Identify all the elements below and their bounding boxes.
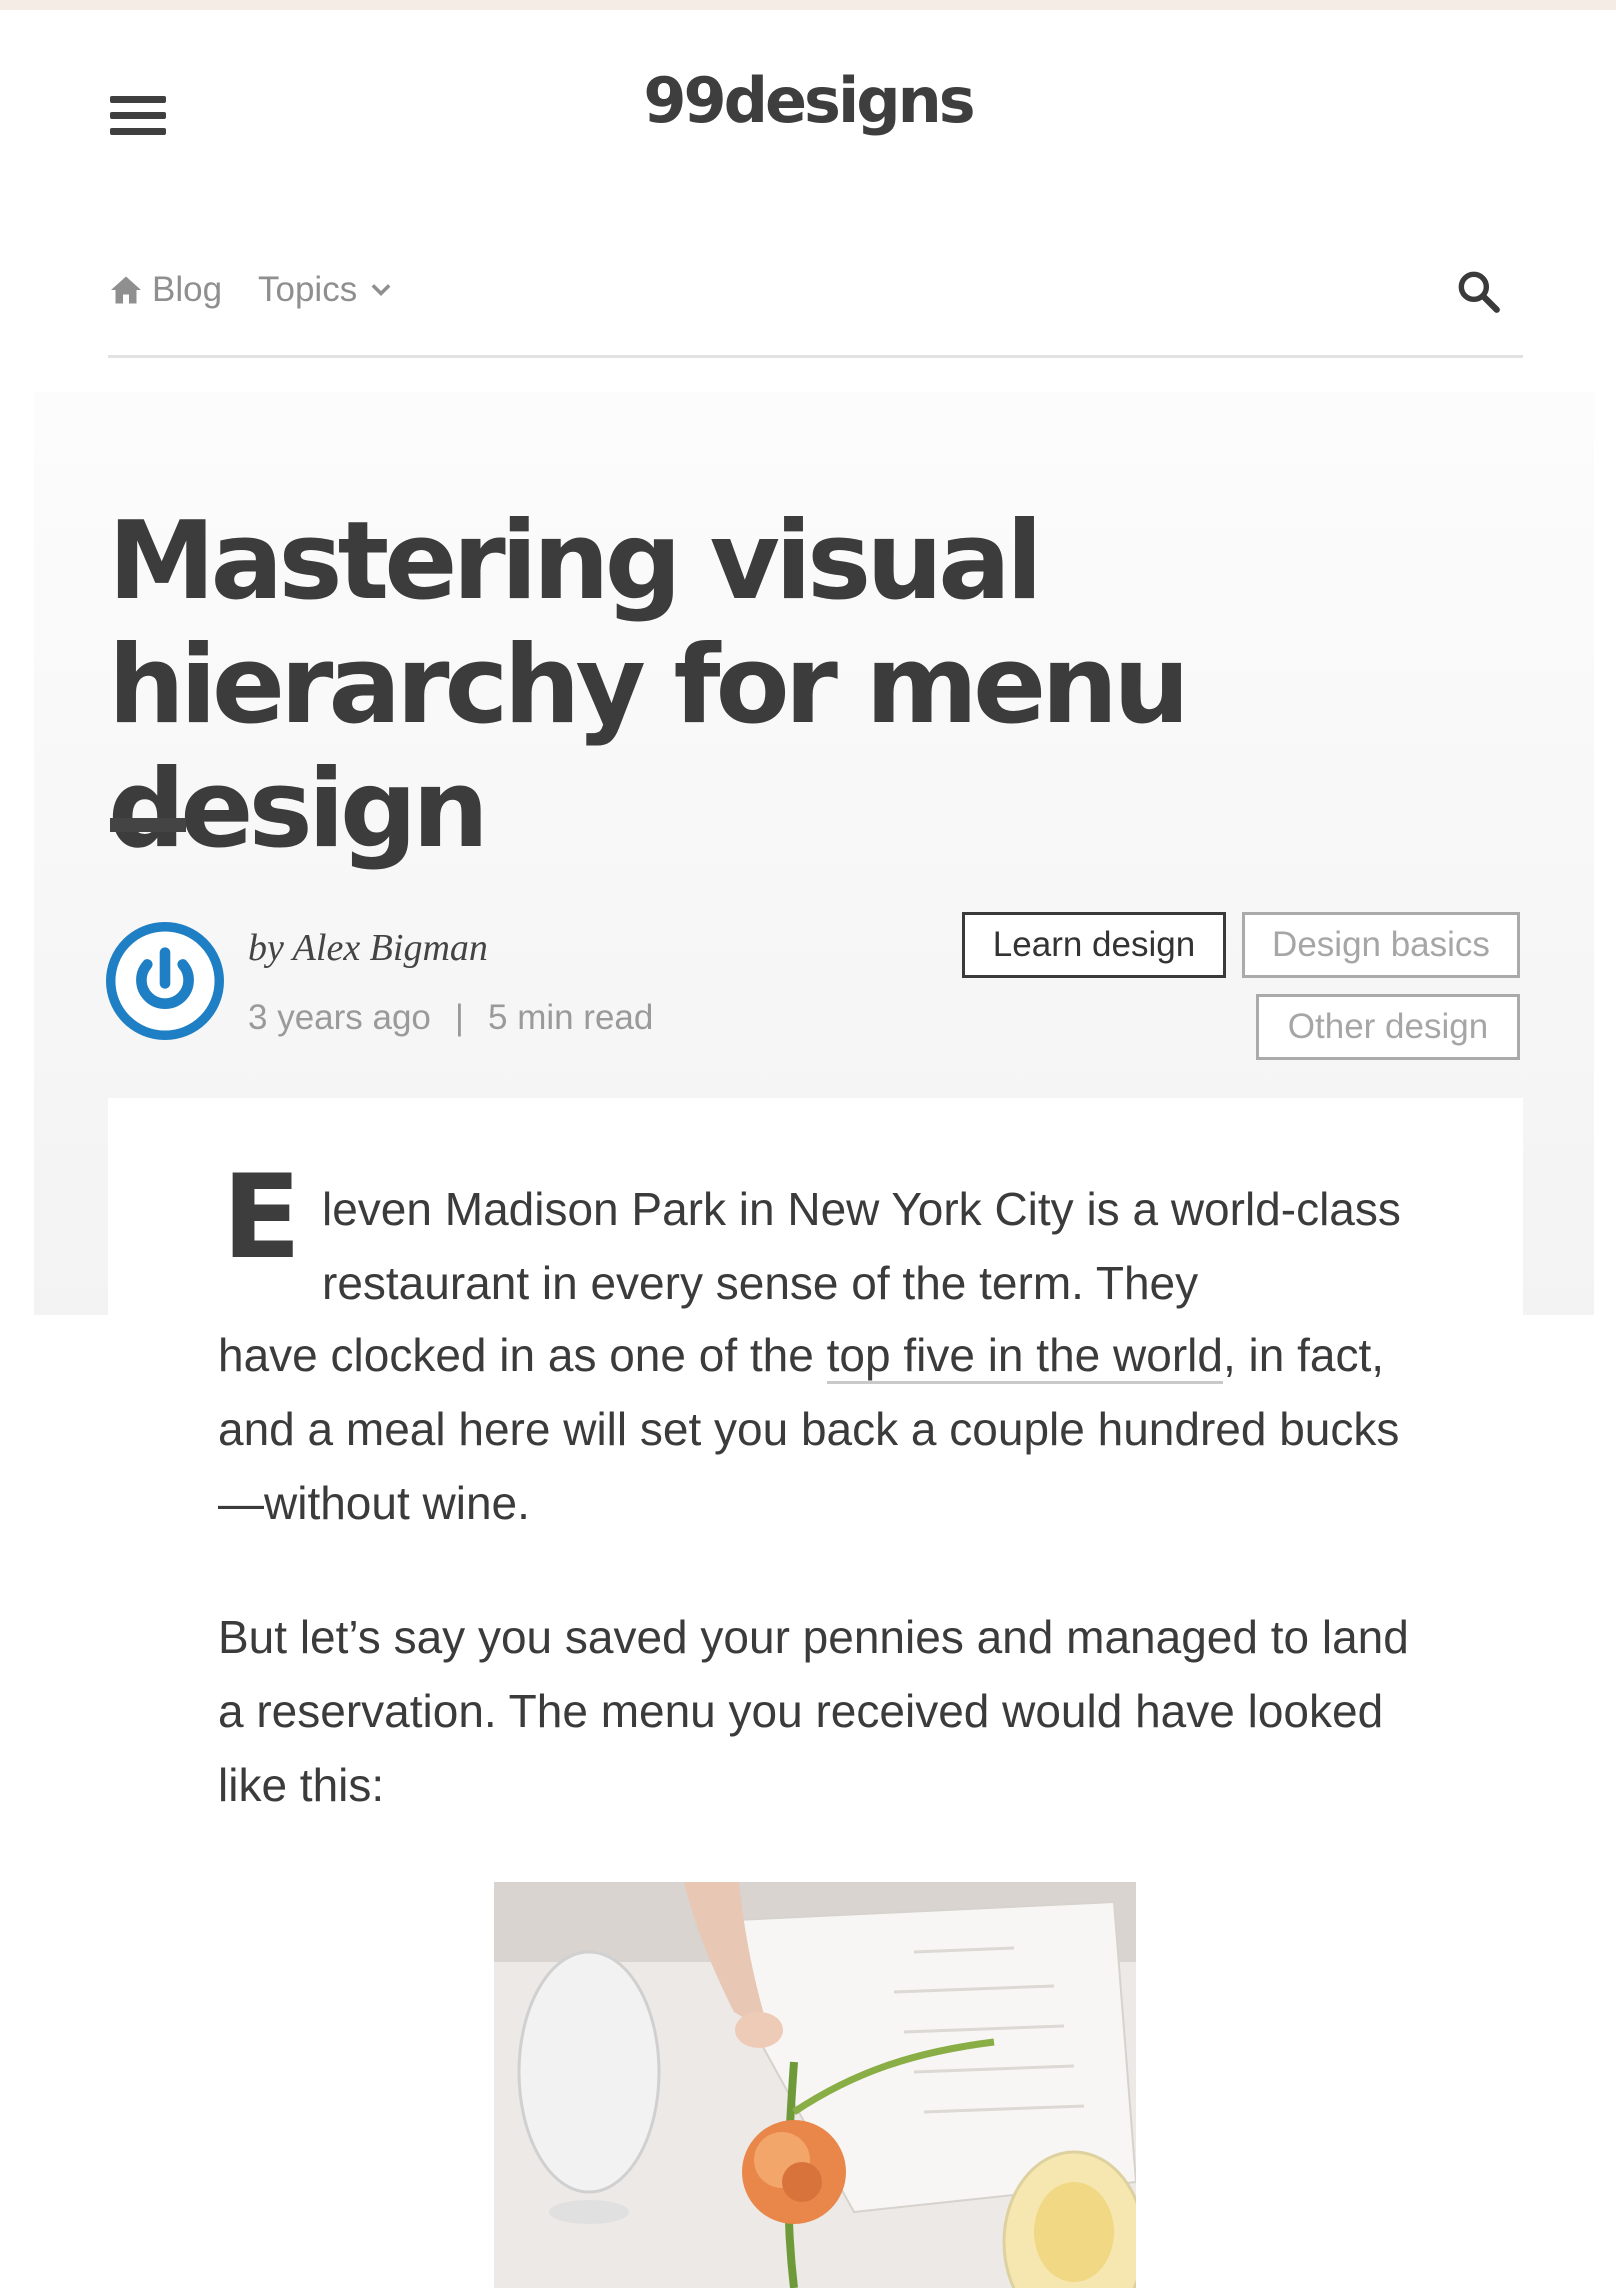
topics-dropdown[interactable]: Topics xyxy=(258,270,395,310)
paragraph-1-lead: leven Madison Park in New York City is a… xyxy=(322,1183,1401,1309)
chevron-down-icon xyxy=(371,284,391,296)
paragraph-2: But let’s say you saved your pennies and… xyxy=(218,1611,1409,1811)
tag-learn-design[interactable]: Learn design xyxy=(962,912,1226,978)
author-avatar[interactable] xyxy=(106,922,224,1040)
search-icon[interactable] xyxy=(1453,266,1503,316)
meta-separator: | xyxy=(454,998,464,1037)
site-logo[interactable]: 99designs xyxy=(0,64,1616,137)
paragraph-1-before-link: have clocked in as one of the xyxy=(218,1329,827,1381)
tag-other-design[interactable]: Other design xyxy=(1256,994,1520,1060)
title-divider xyxy=(110,818,186,832)
article-meta: 3 years ago | 5 min read xyxy=(248,998,653,1038)
top-strip xyxy=(0,0,1616,10)
top-five-link[interactable]: top five in the world xyxy=(826,1329,1223,1384)
drop-cap: E xyxy=(222,1150,302,1285)
menu-photo-illustration xyxy=(494,1882,1136,2288)
paragraph-1-rest: have clocked in as one of the top five i… xyxy=(218,1318,1418,1540)
blog-home-link[interactable]: Blog xyxy=(108,270,222,310)
home-icon xyxy=(111,276,141,304)
menu-photo xyxy=(494,1882,1136,2288)
site-header: 99designs xyxy=(0,10,1616,220)
post-age: 3 years ago xyxy=(248,998,431,1037)
blog-label: Blog xyxy=(152,270,223,309)
blog-subnav: Blog Topics xyxy=(108,258,1523,358)
article-title: Mastering visual hierarchy for menu desi… xyxy=(108,499,1190,872)
topics-label: Topics xyxy=(258,270,358,309)
tag-design-basics[interactable]: Design basics xyxy=(1242,912,1520,978)
author-byline[interactable]: by Alex Bigman xyxy=(248,926,488,970)
read-time: 5 min read xyxy=(488,998,654,1037)
